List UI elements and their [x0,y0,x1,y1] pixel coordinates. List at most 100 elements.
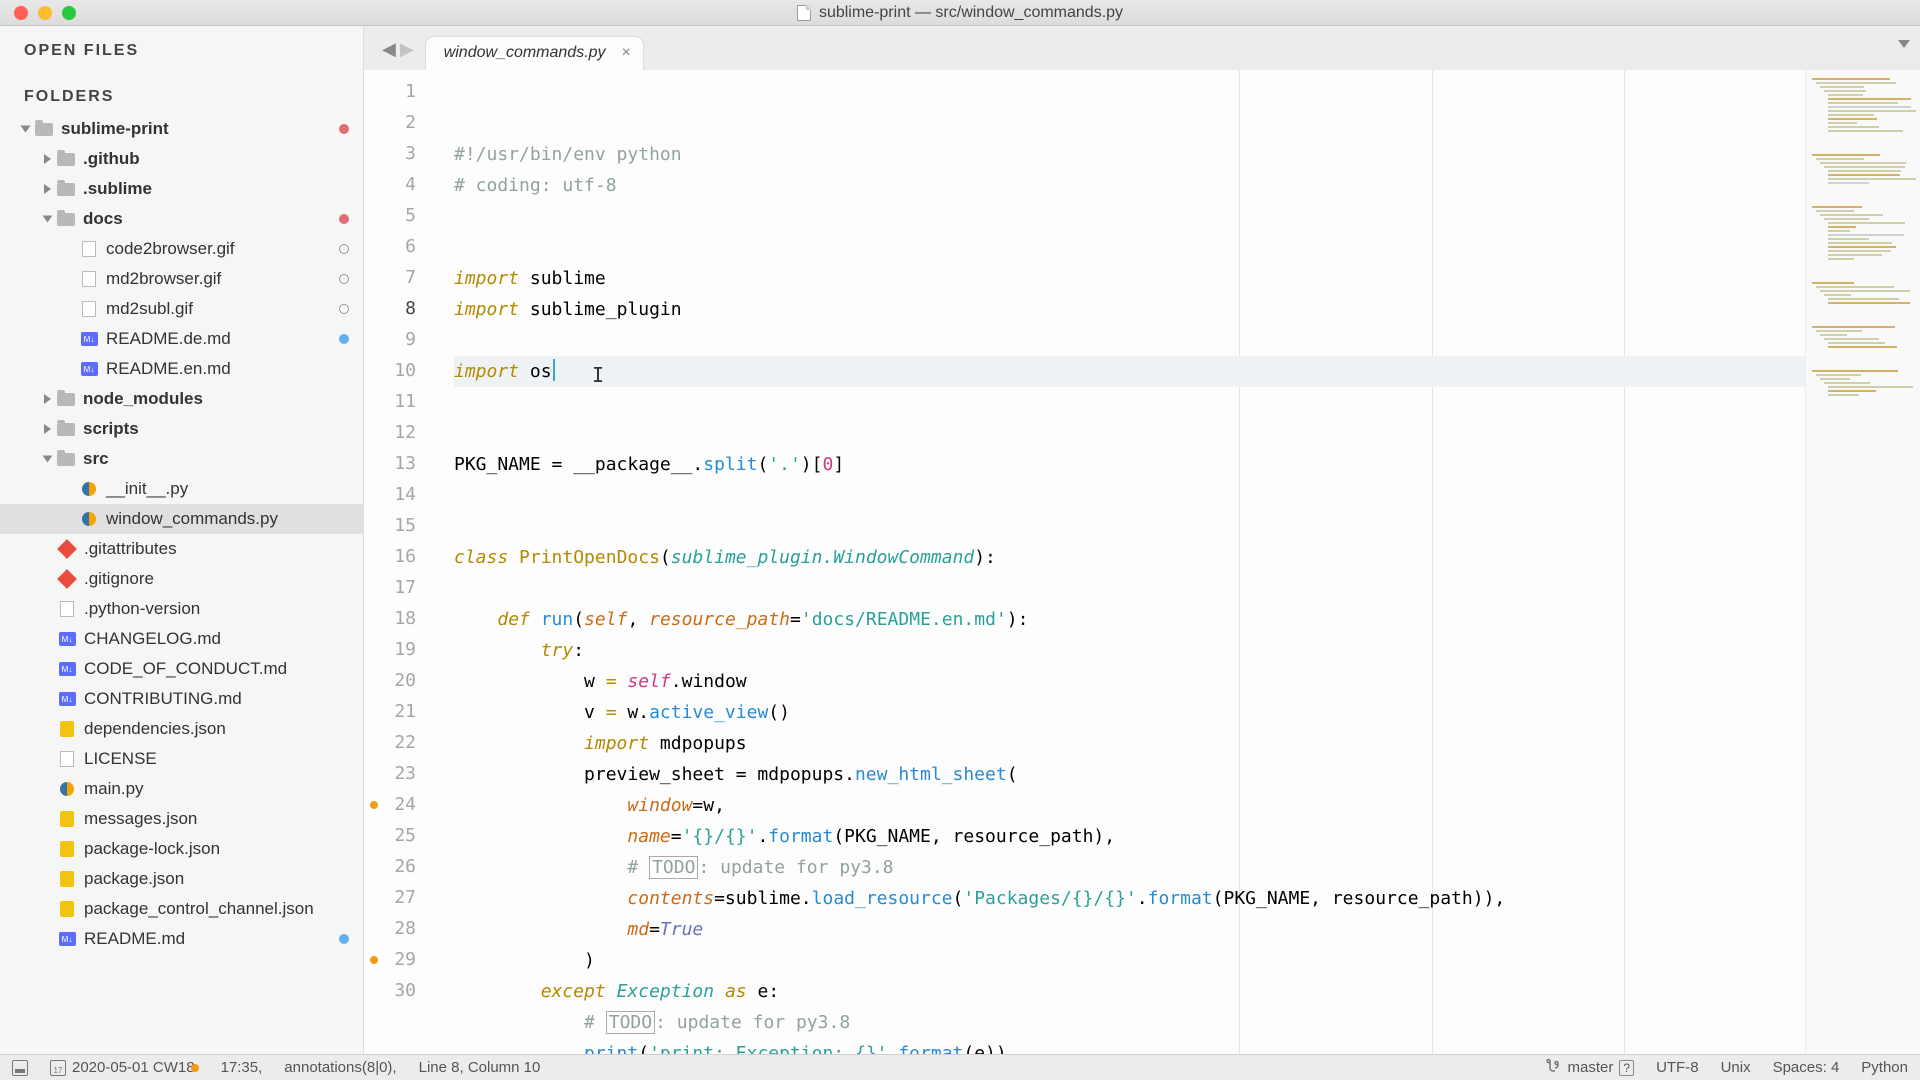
tree-item-label: node_modules [83,389,203,409]
tree-item-label: package.json [84,869,184,889]
editor-area: ◀ ▶ window_commands.py × 123456789101112… [364,26,1920,1054]
tree-item-label: .gitignore [84,569,154,589]
status-warn-dot-icon [191,1064,199,1072]
zoom-window-button[interactable] [62,6,76,20]
disclosure-triangle-icon[interactable] [44,154,51,164]
tree-item-label: LICENSE [84,749,157,769]
vcs-status-dot-icon [339,244,349,254]
file--init-py[interactable]: __init__.py [0,474,363,504]
tab-overflow-menu-icon[interactable] [1898,40,1910,48]
text-caret [553,359,555,381]
tab-close-icon[interactable]: × [622,44,631,62]
tree-item-label: README.de.md [106,329,231,349]
folder--github[interactable]: .github [0,144,363,174]
vcs-status-dot-icon [339,124,349,134]
vcs-status-dot-icon [339,934,349,944]
tree-item-label: .github [83,149,140,169]
minimize-window-button[interactable] [38,6,52,20]
file--python-version[interactable]: .python-version [0,594,363,624]
file-md2browser-gif[interactable]: md2browser.gif [0,264,363,294]
calendar-icon [50,1060,66,1076]
file-code2browser-gif[interactable]: code2browser.gif [0,234,363,264]
file-readme-md[interactable]: M↓README.md [0,924,363,954]
file--gitignore[interactable]: .gitignore [0,564,363,594]
branch-name: master [1568,1059,1614,1076]
code-editor[interactable]: #!/usr/bin/env python# coding: utf-8impo… [434,70,1805,1054]
tree-item-label: .python-version [84,599,200,619]
status-syntax[interactable]: Python [1861,1059,1908,1076]
line-number-gutter[interactable]: 1234567891011121314151617181920212223242… [364,70,434,1054]
file-package-json[interactable]: package.json [0,864,363,894]
file-license[interactable]: LICENSE [0,744,363,774]
file-readme-de-md[interactable]: M↓README.de.md [0,324,363,354]
file-messages-json[interactable]: messages.json [0,804,363,834]
gutter-mark-icon [370,956,378,964]
panel-switcher-icon[interactable] [12,1060,28,1076]
tree-item-label: README.en.md [106,359,231,379]
disclosure-triangle-icon[interactable] [43,456,53,463]
status-encoding[interactable]: UTF-8 [1656,1059,1699,1076]
sidebar: OPEN FILES FOLDERS sublime-print .github.… [0,26,364,1054]
tree-item-label: md2browser.gif [106,269,221,289]
tree-item-label: .sublime [83,179,152,199]
tree-item-label: __init__.py [106,479,188,499]
branch-icon [1546,1058,1562,1078]
open-files-header: OPEN FILES [0,34,363,68]
folder-tree: sublime-print .github .sublime docs code2bro… [0,114,363,954]
disclosure-triangle-icon[interactable] [21,126,31,133]
status-lineending[interactable]: Unix [1721,1059,1751,1076]
vcs-status-dot-icon [339,304,349,314]
tree-item-label: CONTRIBUTING.md [84,689,242,709]
disclosure-triangle-icon[interactable] [44,394,51,404]
window-title: sublime-print — src/window_commands.py [797,4,1123,22]
folder-sublime-print[interactable]: sublime-print [0,114,363,144]
file-package-lock-json[interactable]: package-lock.json [0,834,363,864]
file-dependencies-json[interactable]: dependencies.json [0,714,363,744]
close-window-button[interactable] [14,6,28,20]
folder-scripts[interactable]: scripts [0,414,363,444]
document-icon [797,5,811,21]
status-linecol: Line 8, Column 10 [419,1059,541,1076]
tab-history-back-icon[interactable]: ◀ [382,39,396,60]
tree-item-label: src [83,449,109,469]
branch-badge: ? [1619,1060,1634,1076]
tab-window-commands[interactable]: window_commands.py × [426,36,643,70]
folder-node-modules[interactable]: node_modules [0,384,363,414]
status-spaces[interactable]: Spaces: 4 [1773,1059,1840,1076]
vcs-status-dot-icon [339,214,349,224]
folders-header: FOLDERS [0,80,363,114]
file-md2subl-gif[interactable]: md2subl.gif [0,294,363,324]
tree-item-label: scripts [83,419,139,439]
disclosure-triangle-icon[interactable] [44,424,51,434]
tree-item-label: code2browser.gif [106,239,235,259]
window-title-text: sublime-print — src/window_commands.py [819,4,1123,22]
tree-item-label: sublime-print [61,119,169,139]
file-code-of-conduct-md[interactable]: M↓CODE_OF_CONDUCT.md [0,654,363,684]
folder--sublime[interactable]: .sublime [0,174,363,204]
tab-label: window_commands.py [444,44,606,62]
disclosure-triangle-icon[interactable] [43,216,53,223]
tree-item-label: main.py [84,779,144,799]
file-main-py[interactable]: main.py [0,774,363,804]
file-window-commands-py[interactable]: window_commands.py [0,504,363,534]
window-controls [0,6,76,20]
vcs-status-dot-icon [339,334,349,344]
git-branch-indicator[interactable]: master ? [1546,1058,1635,1078]
titlebar: sublime-print — src/window_commands.py [0,0,1920,26]
folder-docs[interactable]: docs [0,204,363,234]
file-contributing-md[interactable]: M↓CONTRIBUTING.md [0,684,363,714]
tree-item-label: CHANGELOG.md [84,629,221,649]
tree-item-label: package_control_channel.json [84,899,314,919]
gutter-mark-icon [370,801,378,809]
file-package-control-channel-json[interactable]: package_control_channel.json [0,894,363,924]
status-bar: 2020-05-01 CW18 17:35, annotations(8|0),… [0,1054,1920,1080]
file--gitattributes[interactable]: .gitattributes [0,534,363,564]
tree-item-label: dependencies.json [84,719,226,739]
minimap[interactable] [1805,70,1920,1054]
disclosure-triangle-icon[interactable] [44,184,51,194]
tab-history-forward-icon[interactable]: ▶ [400,39,414,60]
file-changelog-md[interactable]: M↓CHANGELOG.md [0,624,363,654]
folder-src[interactable]: src [0,444,363,474]
status-annotations[interactable]: annotations(8|0), [284,1059,396,1076]
file-readme-en-md[interactable]: M↓README.en.md [0,354,363,384]
